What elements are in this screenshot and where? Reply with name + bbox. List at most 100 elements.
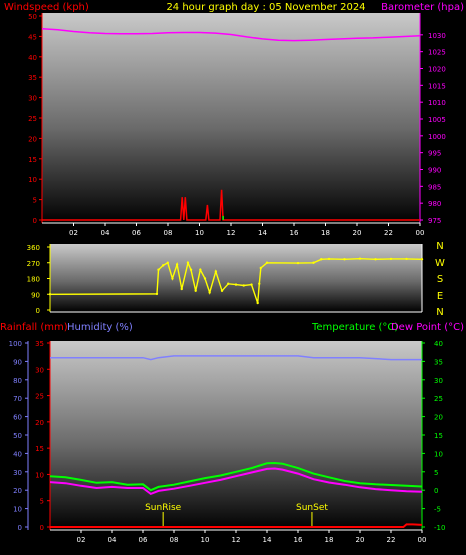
wind-direction-point [327, 257, 331, 261]
x-tick-label: 20 [353, 229, 362, 237]
windspeed-tick-label: 15 [28, 156, 37, 164]
wind-direction-point [48, 293, 52, 296]
compass-label: N [436, 241, 443, 252]
humidity-tick-label: 0 [18, 524, 22, 532]
windspeed-tick-label: 0 [33, 217, 37, 225]
bottom-plot-area [50, 341, 422, 530]
humidity-tick-label: 70 [13, 395, 22, 403]
windspeed-tick-label: 40 [28, 54, 37, 62]
humidity-tick-label: 90 [13, 358, 22, 366]
barometer-tick-label: 1000 [428, 133, 446, 141]
wind-direction-point [389, 257, 393, 261]
weather-graph: Windspeed (kph) 24 hour graph day : 05 N… [0, 2, 464, 544]
wind-direction-point [227, 282, 230, 285]
x-tick-label: 16 [290, 229, 299, 237]
temperature-tick-label: 35 [434, 358, 443, 366]
barometer-tick-label: 980 [428, 200, 441, 208]
barometer-tick-label: 1025 [428, 49, 446, 57]
windspeed-tick-label: 35 [28, 74, 37, 82]
compass-labels: N W S E N [435, 241, 445, 318]
wind-direction-point [171, 277, 174, 280]
windspeed-tick-label: 25 [28, 115, 37, 123]
x-tick-label: 02 [77, 536, 86, 544]
temperature-axis-label: Temperature (°C) [311, 322, 398, 333]
temperature-tick-label: 10 [434, 450, 443, 458]
wind-direction-point [186, 261, 190, 264]
x-tick-label: 18 [325, 536, 334, 544]
rainfall-tick-label: 10 [35, 471, 44, 479]
rainfall-tick-label: 15 [35, 445, 44, 453]
wind-direction-point [420, 258, 424, 261]
compass-label: N [436, 307, 443, 318]
direction-tick-label: 270 [27, 260, 40, 268]
temperature-tick-label: 5 [434, 469, 438, 477]
barometer-tick-label: 975 [428, 217, 441, 225]
rainfall-tick-label: 0 [40, 524, 44, 532]
wind-direction-point [242, 284, 245, 287]
rainfall-tick-label: 35 [35, 340, 44, 348]
x-tick-label: 08 [164, 229, 173, 237]
x-tick-label: 22 [384, 229, 393, 237]
humidity-tick-label: 30 [13, 469, 22, 477]
wind-direction-point [180, 287, 183, 291]
rainfall-tick-label: 25 [35, 393, 44, 401]
compass-label: S [437, 274, 443, 285]
x-tick-label: 10 [201, 536, 210, 544]
wind-direction-point [343, 258, 346, 261]
barometer-tick-label: 1010 [428, 99, 446, 107]
temperature-tick-label: 30 [434, 377, 443, 385]
wind-direction-point [175, 263, 179, 266]
sunset-label: SunSet [296, 503, 328, 513]
humidity-axis-label: Humidity (%) [67, 322, 133, 333]
sunrise-label: SunRise [145, 503, 182, 513]
wind-direction-point [250, 283, 253, 286]
humidity-tick-label: 60 [13, 414, 22, 422]
x-tick-label: 00 [418, 536, 427, 544]
wind-direction-point [259, 266, 262, 270]
rainfall-tick-label: 5 [40, 498, 44, 506]
barometer-axis-label: Barometer (hpa) [381, 2, 464, 13]
wind-direction-point [258, 282, 261, 285]
graph-title: 24 hour graph day : 05 November 2024 [166, 2, 365, 13]
direction-tick-label: 0 [36, 307, 40, 315]
direction-plot-area [50, 244, 422, 312]
wind-direction-point [189, 268, 193, 271]
wind-direction-point [214, 270, 218, 273]
barometer-tick-label: 1030 [428, 32, 446, 40]
x-tick-label: 06 [132, 229, 141, 237]
barometer-tick-label: 1015 [428, 82, 446, 90]
wind-direction-point [199, 268, 202, 271]
direction-tick-label: 360 [27, 244, 40, 252]
x-tick-label: 16 [294, 536, 303, 544]
wind-direction-point [220, 289, 224, 292]
humidity-tick-label: 100 [9, 340, 22, 348]
humidity-tick-label: 10 [13, 506, 22, 514]
windspeed-tick-label: 5 [33, 197, 37, 205]
temperature-tick-label: 20 [434, 414, 443, 422]
compass-label: W [435, 258, 445, 269]
wind-direction-point [358, 257, 362, 260]
wind-direction-point [157, 268, 160, 271]
x-tick-label: 18 [321, 229, 330, 237]
windspeed-tick-label: 20 [28, 135, 37, 143]
wind-direction-point [166, 261, 169, 264]
top-plot-area [42, 13, 420, 223]
humidity-tick-label: 40 [13, 450, 22, 458]
windspeed-tick-label: 30 [28, 95, 37, 103]
windspeed-axis-label: Windspeed (kph) [4, 2, 89, 13]
rainfall-axis-label: Rainfall (mm) [0, 322, 68, 333]
rainfall-tick-label: 20 [35, 419, 44, 427]
temperature-tick-label: -5 [434, 506, 441, 514]
x-tick-label: 14 [263, 536, 272, 544]
humidity-tick-label: 80 [13, 377, 22, 385]
wind-direction-point [296, 261, 300, 265]
windspeed-tick-label: 50 [28, 13, 37, 21]
x-tick-label: 04 [101, 229, 110, 237]
x-tick-label: 08 [170, 536, 179, 544]
wind-direction-point [405, 257, 408, 261]
wind-direction-point [374, 258, 377, 261]
temperature-tick-label: -10 [434, 524, 445, 532]
wind-direction-point [312, 261, 315, 264]
compass-label: E [437, 291, 443, 302]
x-tick-label: 02 [69, 229, 78, 237]
